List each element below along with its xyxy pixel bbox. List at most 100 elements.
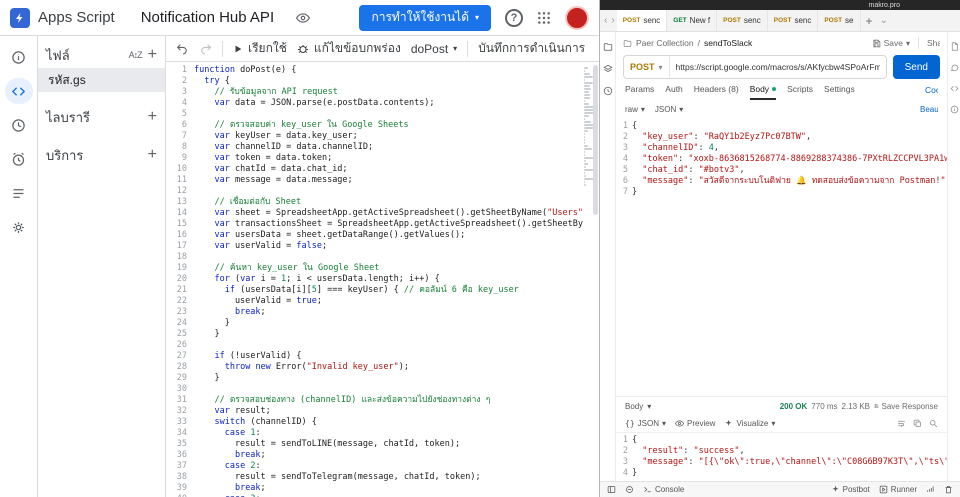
- overview-info-icon[interactable]: [5, 44, 33, 70]
- code-line[interactable]: userValid = true;: [194, 296, 583, 307]
- info-icon[interactable]: [950, 105, 959, 114]
- code-line[interactable]: if (usersData[i][5] === keyUser) { // คอ…: [194, 285, 583, 296]
- code-line[interactable]: }: [632, 468, 947, 479]
- cookies-link[interactable]: Cookies: [925, 85, 938, 95]
- code-line[interactable]: break;: [194, 483, 583, 494]
- code-line[interactable]: [194, 186, 583, 197]
- code-line[interactable]: }: [194, 318, 583, 329]
- code-line[interactable]: switch (channelID) {: [194, 417, 583, 428]
- environments-icon[interactable]: [602, 64, 613, 74]
- code-line[interactable]: var data = JSON.parse(e.postData.content…: [194, 98, 583, 109]
- tab-back-icon[interactable]: ‹: [602, 15, 609, 26]
- code-line[interactable]: var usersData = sheet.getDataRange().get…: [194, 230, 583, 241]
- search-icon[interactable]: [929, 419, 938, 428]
- deploy-button[interactable]: การทำให้ใช้งานได้ ▾: [359, 4, 491, 31]
- brand-label[interactable]: Apps Script: [38, 9, 115, 26]
- code-line[interactable]: {: [632, 121, 947, 132]
- save-button[interactable]: Save ▾: [872, 38, 910, 48]
- save-response-button[interactable]: Save Response: [874, 402, 938, 411]
- new-tab-icon[interactable]: +: [861, 14, 878, 28]
- postman-tab[interactable]: POST se: [818, 10, 861, 31]
- code-line[interactable]: // ตรวจสอบค่า key_user ใน Google Sheets: [194, 120, 583, 131]
- code-line[interactable]: "message": "สวัสดีจากระบบโนติฟาย 🔔 ทดสอบ…: [632, 176, 947, 187]
- request-tab-scripts[interactable]: Scripts: [787, 80, 813, 100]
- body-editor-whitespace[interactable]: [616, 198, 947, 396]
- request-tab-params[interactable]: Params: [625, 80, 654, 100]
- postman-tab[interactable]: POST senc: [768, 10, 819, 31]
- postbot-button[interactable]: Postbot: [831, 485, 870, 494]
- code-line[interactable]: var transactionsSheet = SpreadsheetApp.g…: [194, 219, 583, 230]
- editor-scrollbar[interactable]: [593, 65, 598, 215]
- wrap-text-icon[interactable]: [897, 419, 906, 428]
- request-tab-headers-8-[interactable]: Headers (8): [694, 80, 739, 100]
- copy-icon[interactable]: [913, 419, 922, 428]
- code-line[interactable]: case 2:: [194, 461, 583, 472]
- code-line[interactable]: {: [632, 435, 947, 446]
- response-body-viewer[interactable]: 1234 { "result": "success", "message": "…: [616, 433, 947, 481]
- beautify-button[interactable]: Beautify: [920, 105, 938, 114]
- send-button[interactable]: Send: [892, 55, 940, 79]
- body-mode-select[interactable]: raw ▾: [625, 105, 645, 114]
- code-line[interactable]: // เชื่อมต่อกับ Sheet: [194, 197, 583, 208]
- code-line[interactable]: }: [632, 187, 947, 198]
- editor-code-icon[interactable]: [4, 78, 33, 104]
- response-body-label[interactable]: Body: [625, 402, 643, 411]
- executions-alarm-icon[interactable]: [5, 146, 33, 172]
- visibility-eye-icon[interactable]: [296, 11, 311, 25]
- code-line[interactable]: var channelID = data.channelID;: [194, 142, 583, 153]
- history-icon[interactable]: [603, 86, 613, 96]
- sort-az-icon[interactable]: A↕Z: [129, 50, 143, 60]
- code-line[interactable]: // ตรวจสอบช่องทาง (channelID) และส่งข้อค…: [194, 395, 583, 406]
- workspace-label[interactable]: makro.pro: [868, 2, 900, 9]
- body-format-select[interactable]: JSON ▾: [655, 105, 683, 114]
- tab-forward-icon[interactable]: ›: [609, 15, 616, 26]
- code-line[interactable]: // ค้นหา key_user ใน Google Sheet: [194, 263, 583, 274]
- code-line[interactable]: var token = data.token;: [194, 153, 583, 164]
- settings-gear-icon[interactable]: [5, 214, 33, 240]
- help-icon[interactable]: ?: [505, 8, 523, 27]
- code-line[interactable]: }: [194, 329, 583, 340]
- response-time[interactable]: 770 ms: [811, 402, 837, 411]
- response-format-select[interactable]: {} JSON ▾: [625, 419, 666, 428]
- code-line[interactable]: try {: [194, 76, 583, 87]
- code-line[interactable]: var chatId = data.chat_id;: [194, 164, 583, 175]
- code-line[interactable]: "key_user": "RaQY1b2Eyz7Pc07BTW",: [632, 132, 947, 143]
- request-tab-auth[interactable]: Auth: [665, 80, 683, 100]
- undo-icon[interactable]: [176, 42, 189, 55]
- code-editor[interactable]: 1 2 3 4 5 6 7 8 9 10 11 12 13 14 15 16 17 18 19 20 21 22 23 24 2…: [166, 62, 599, 497]
- code-line[interactable]: var result;: [194, 406, 583, 417]
- code-line[interactable]: result = sendToTelegram(message, chatId,…: [194, 472, 583, 483]
- code-line[interactable]: if (!userValid) {: [194, 351, 583, 362]
- add-file-icon[interactable]: +: [148, 47, 157, 63]
- code-line[interactable]: var userValid = false;: [194, 241, 583, 252]
- run-button[interactable]: เรียกใช้: [233, 39, 287, 58]
- network-signal-icon[interactable]: [926, 485, 935, 494]
- code-line[interactable]: result = sendToLINE(message, chatId, tok…: [194, 439, 583, 450]
- request-tab-body[interactable]: Body: [749, 80, 777, 100]
- apps-grid-icon[interactable]: [537, 11, 551, 25]
- request-body-editor[interactable]: 1234567 { "key_user": "RaQY1b2Eyz7Pc07BT…: [616, 118, 947, 198]
- breadcrumb-collection[interactable]: Paer Collection: [636, 38, 694, 48]
- project-title[interactable]: Notification Hub API: [141, 9, 274, 26]
- add-library-icon[interactable]: +: [148, 109, 157, 125]
- code-line[interactable]: "channelID": 4,: [632, 143, 947, 154]
- code-line[interactable]: function doPost(e) {: [194, 65, 583, 76]
- documentation-icon[interactable]: [950, 42, 959, 51]
- code-line[interactable]: "chat_id": "#botv3",: [632, 165, 947, 176]
- logs-list-icon[interactable]: [5, 180, 33, 206]
- code-line[interactable]: break;: [194, 307, 583, 318]
- postman-tab[interactable]: POST senc: [616, 10, 668, 31]
- tab-more-icon[interactable]: ⌄: [878, 15, 890, 26]
- method-select[interactable]: POST ▾: [624, 56, 670, 78]
- response-size[interactable]: 2.13 KB: [842, 402, 870, 411]
- code-line[interactable]: // รับข้อมูลจาก API request: [194, 87, 583, 98]
- code-snippet-icon[interactable]: [950, 84, 959, 93]
- code-line[interactable]: [194, 384, 583, 395]
- code-line[interactable]: break;: [194, 450, 583, 461]
- avatar[interactable]: [565, 5, 589, 30]
- code-line[interactable]: [194, 109, 583, 120]
- code-line[interactable]: "result": "success",: [632, 446, 947, 457]
- runner-button[interactable]: Runner: [879, 485, 917, 494]
- status-badge[interactable]: 200 OK: [780, 402, 808, 411]
- code-line[interactable]: var sheet = SpreadsheetApp.getActiveSpre…: [194, 208, 583, 219]
